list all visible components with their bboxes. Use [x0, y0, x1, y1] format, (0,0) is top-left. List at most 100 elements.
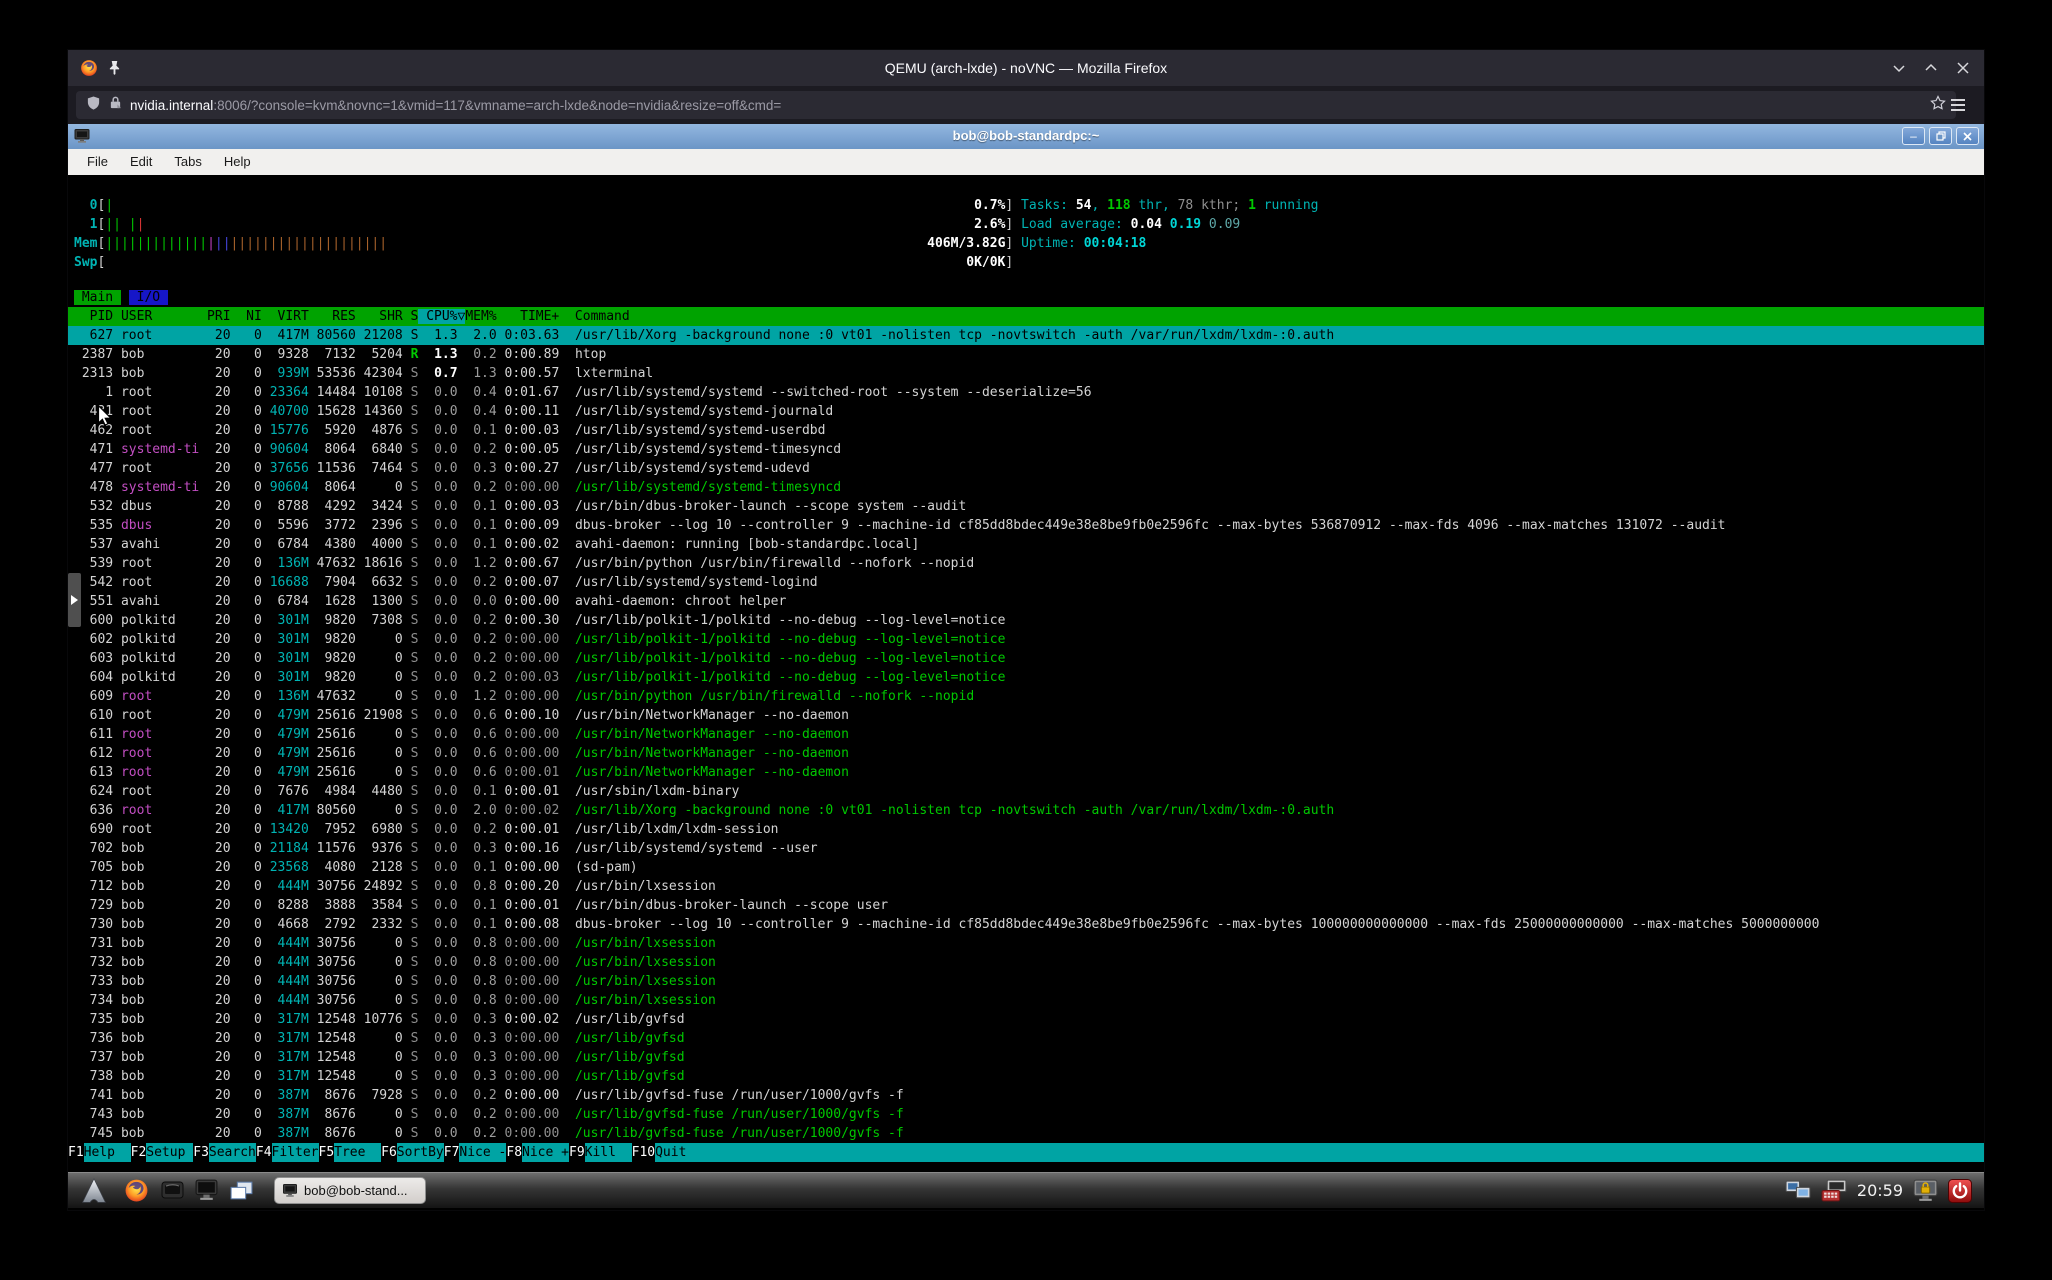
process-row-636[interactable]: 636 root 20 0 417M 80560 0 S 0.0 2.0 0:0…: [68, 801, 1984, 820]
desktop-monitor-icon[interactable]: [194, 1179, 219, 1202]
tab-io[interactable]: I/O: [129, 290, 168, 305]
fkey-f7[interactable]: F7: [444, 1143, 460, 1162]
process-row-729[interactable]: 729 bob 20 0 8288 3888 3584 S 0.0 0.1 0:…: [68, 896, 1984, 915]
lock-screen-icon[interactable]: [1912, 1179, 1939, 1202]
process-row-539[interactable]: 539 root 20 0 136M 47632 18616 S 0.0 1.2…: [68, 554, 1984, 573]
terminal-close-button[interactable]: [1956, 127, 1979, 145]
process-row-535[interactable]: 535 dbus 20 0 5596 3772 2396 S 0.0 0.1 0…: [68, 516, 1984, 535]
process-row-609[interactable]: 609 root 20 0 136M 47632 0 S 0.0 1.2 0:0…: [68, 687, 1984, 706]
process-row-2313[interactable]: 2313 bob 20 0 939M 53536 42304 S 0.7 1.3…: [68, 364, 1984, 383]
process-row-1[interactable]: 1 root 20 0 23364 14484 10108 S 0.0 0.4 …: [68, 383, 1984, 402]
process-row-741[interactable]: 741 bob 20 0 387M 8676 7928 S 0.0 0.2 0:…: [68, 1086, 1984, 1105]
fkey-label-nice[interactable]: Nice -: [459, 1143, 506, 1162]
process-row-738[interactable]: 738 bob 20 0 317M 12548 0 S 0.0 0.3 0:00…: [68, 1067, 1984, 1086]
fkey-label-nice[interactable]: Nice +: [522, 1143, 569, 1162]
fkey-label-sortby[interactable]: SortBy: [397, 1143, 444, 1162]
process-row-624[interactable]: 624 root 20 0 7676 4984 4480 S 0.0 0.1 0…: [68, 782, 1984, 801]
fkey-f1[interactable]: F1: [68, 1143, 84, 1162]
cell-virt: 417M: [262, 803, 309, 818]
terminal-restore-button[interactable]: [1929, 127, 1952, 145]
process-row-431[interactable]: 431 root 20 0 40700 15628 14360 S 0.0 0.…: [68, 402, 1984, 421]
header-sort-cpu[interactable]: CPU%▽: [418, 309, 465, 324]
vnc-viewport[interactable]: bob@bob-standardpc:~ – File Edit: [68, 124, 1984, 1210]
fkey-f4[interactable]: F4: [256, 1143, 272, 1162]
process-row-712[interactable]: 712 bob 20 0 444M 30756 24892 S 0.0 0.8 …: [68, 877, 1984, 896]
process-row-551[interactable]: 551 avahi 20 0 6784 1628 1300 S 0.0 0.0 …: [68, 592, 1984, 611]
url-bar[interactable]: nvidia.internal:8006/?console=kvm&novnc=…: [76, 91, 1956, 119]
process-row-602[interactable]: 602 polkitd 20 0 301M 9820 0 S 0.0 0.2 0…: [68, 630, 1984, 649]
tab-main[interactable]: Main: [74, 290, 121, 305]
firefox-launcher-icon[interactable]: [124, 1178, 149, 1203]
process-row-477[interactable]: 477 root 20 0 37656 11536 7464 S 0.0 0.3…: [68, 459, 1984, 478]
process-row-745[interactable]: 745 bob 20 0 387M 8676 0 S 0.0 0.2 0:00.…: [68, 1124, 1984, 1143]
fkey-f8[interactable]: F8: [506, 1143, 522, 1162]
menu-file[interactable]: File: [76, 149, 119, 175]
power-icon[interactable]: [1948, 1179, 1972, 1203]
fkey-label-tree[interactable]: Tree: [334, 1143, 381, 1162]
process-row-736[interactable]: 736 bob 20 0 317M 12548 0 S 0.0 0.3 0:00…: [68, 1029, 1984, 1048]
process-row-462[interactable]: 462 root 20 0 15776 5920 4876 S 0.0 0.1 …: [68, 421, 1984, 440]
taskbar-window-button[interactable]: bob@bob-stand...: [274, 1177, 426, 1204]
process-row-737[interactable]: 737 bob 20 0 317M 12548 0 S 0.0 0.3 0:00…: [68, 1048, 1984, 1067]
firefox-titlebar[interactable]: QEMU (arch-lxde) - noVNC — Mozilla Firef…: [68, 50, 1984, 86]
process-row-604[interactable]: 604 polkitd 20 0 301M 9820 0 S 0.0 0.2 0…: [68, 668, 1984, 687]
fkey-f5[interactable]: F5: [319, 1143, 335, 1162]
process-row-705[interactable]: 705 bob 20 0 23568 4080 2128 S 0.0 0.1 0…: [68, 858, 1984, 877]
process-row-610[interactable]: 610 root 20 0 479M 25616 21908 S 0.0 0.6…: [68, 706, 1984, 725]
network-icon[interactable]: [1785, 1180, 1812, 1202]
process-row-743[interactable]: 743 bob 20 0 387M 8676 0 S 0.0 0.2 0:00.…: [68, 1105, 1984, 1124]
menu-edit[interactable]: Edit: [119, 149, 163, 175]
fkey-f9[interactable]: F9: [569, 1143, 585, 1162]
keyboard-layout-icon[interactable]: [1821, 1179, 1848, 1202]
fkey-label-kill[interactable]: Kill: [585, 1143, 632, 1162]
minimize-button[interactable]: [1888, 57, 1910, 79]
fkey-f10[interactable]: F10: [632, 1143, 655, 1162]
fkey-label-filter[interactable]: Filter: [272, 1143, 319, 1162]
scroll-marker[interactable]: [68, 573, 81, 627]
htop-screen[interactable]: 0[| 0.7%] Tasks: 54, 118 thr, 78 kthr; 1…: [68, 175, 1984, 1164]
cell-pri-ni: 20 0: [199, 480, 262, 495]
fkey-f3[interactable]: F3: [193, 1143, 209, 1162]
process-row-734[interactable]: 734 bob 20 0 444M 30756 0 S 0.0 0.8 0:00…: [68, 991, 1984, 1010]
cell-state: S: [403, 442, 419, 457]
process-row-613[interactable]: 613 root 20 0 479M 25616 0 S 0.0 0.6 0:0…: [68, 763, 1984, 782]
iconify-windows-icon[interactable]: [229, 1180, 254, 1201]
close-button[interactable]: [1952, 57, 1974, 79]
process-row-603[interactable]: 603 polkitd 20 0 301M 9820 0 S 0.0 0.2 0…: [68, 649, 1984, 668]
process-row-733[interactable]: 733 bob 20 0 444M 30756 0 S 0.0 0.8 0:00…: [68, 972, 1984, 991]
menu-help[interactable]: Help: [213, 149, 262, 175]
process-row-735[interactable]: 735 bob 20 0 317M 12548 10776 S 0.0 0.3 …: [68, 1010, 1984, 1029]
fkey-label-help[interactable]: Help: [84, 1143, 131, 1162]
process-row-702[interactable]: 702 bob 20 0 21184 11576 9376 S 0.0 0.3 …: [68, 839, 1984, 858]
process-row-600[interactable]: 600 polkitd 20 0 301M 9820 7308 S 0.0 0.…: [68, 611, 1984, 630]
fkey-label-search[interactable]: Search: [209, 1143, 256, 1162]
process-row-732[interactable]: 732 bob 20 0 444M 30756 0 S 0.0 0.8 0:00…: [68, 953, 1984, 972]
terminal-minimize-button[interactable]: –: [1902, 127, 1925, 145]
fkey-f6[interactable]: F6: [381, 1143, 397, 1162]
fkey-label-setup[interactable]: Setup: [146, 1143, 193, 1162]
process-row-542[interactable]: 542 root 20 0 16688 7904 6632 S 0.0 0.2 …: [68, 573, 1984, 592]
fkey-label-quit[interactable]: Quit: [655, 1143, 702, 1162]
process-row-690[interactable]: 690 root 20 0 13420 7952 6980 S 0.0 0.2 …: [68, 820, 1984, 839]
app-menu-arch-icon[interactable]: [80, 1177, 108, 1205]
process-row-612[interactable]: 612 root 20 0 479M 25616 0 S 0.0 0.6 0:0…: [68, 744, 1984, 763]
menu-tabs[interactable]: Tabs: [163, 149, 212, 175]
file-manager-icon[interactable]: [161, 1181, 184, 1201]
lxterminal-titlebar[interactable]: bob@bob-standardpc:~ –: [68, 124, 1984, 150]
process-row-471[interactable]: 471 systemd-ti 20 0 90604 8064 6840 S 0.…: [68, 440, 1984, 459]
process-row-730[interactable]: 730 bob 20 0 4668 2792 2332 S 0.0 0.1 0:…: [68, 915, 1984, 934]
process-row-627[interactable]: 627 root 20 0 417M 80560 21208 S 1.3 2.0…: [68, 326, 1984, 345]
clock[interactable]: 20:59: [1857, 1181, 1903, 1200]
process-row-532[interactable]: 532 dbus 20 0 8788 4292 3424 S 0.0 0.1 0…: [68, 497, 1984, 516]
maximize-button[interactable]: [1920, 57, 1942, 79]
process-row-731[interactable]: 731 bob 20 0 444M 30756 0 S 0.0 0.8 0:00…: [68, 934, 1984, 953]
lock-icon[interactable]: [109, 95, 122, 115]
fkey-f2[interactable]: F2: [131, 1143, 147, 1162]
htop-table-header[interactable]: PID USER PRI NI VIRT RES SHR S CPU%▽MEM%…: [68, 307, 1984, 326]
process-row-478[interactable]: 478 systemd-ti 20 0 90604 8064 0 S 0.0 0…: [68, 478, 1984, 497]
menu-icon[interactable]: [1944, 91, 1972, 119]
process-row-537[interactable]: 537 avahi 20 0 6784 4380 4000 S 0.0 0.1 …: [68, 535, 1984, 554]
process-row-611[interactable]: 611 root 20 0 479M 25616 0 S 0.0 0.6 0:0…: [68, 725, 1984, 744]
process-row-2387[interactable]: 2387 bob 20 0 9328 7132 5204 R 1.3 0.2 0…: [68, 345, 1984, 364]
shield-icon[interactable]: [86, 95, 101, 116]
